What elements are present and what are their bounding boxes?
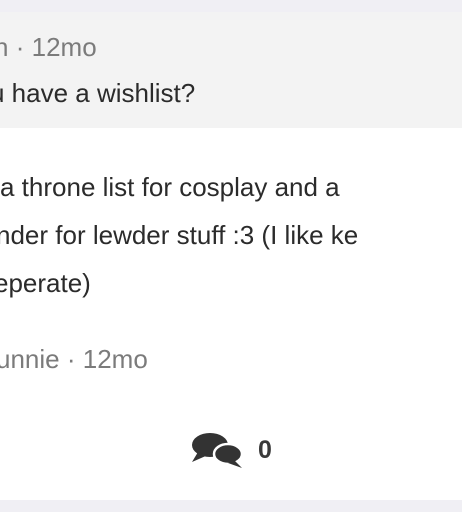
answer-text-line: nder for lewder stuff :3 (I like ke xyxy=(0,220,359,250)
meta-separator: · xyxy=(15,32,25,62)
comment-count: 0 xyxy=(258,435,272,464)
question-author[interactable]: n xyxy=(0,32,8,62)
answer-author[interactable]: unnie xyxy=(0,344,60,374)
question-text: u have a wishlist? xyxy=(0,78,196,108)
answer-text-line: eperate) xyxy=(0,268,91,298)
answer-time: 12mo xyxy=(82,344,148,374)
answer-text-line: a throne list for cosplay and a xyxy=(0,172,340,202)
question-meta: n · 12mo xyxy=(0,32,97,63)
speech-bubbles-icon xyxy=(192,433,244,468)
meta-separator: · xyxy=(66,344,76,374)
question-section: n · 12mo u have a wishlist? xyxy=(0,12,462,128)
question-card: n · 12mo u have a wishlist? a throne lis… xyxy=(0,12,462,500)
question-time: 12mo xyxy=(31,32,97,62)
comments-button[interactable]: 0 xyxy=(188,430,272,470)
answer-meta: unnie · 12mo xyxy=(0,344,148,375)
